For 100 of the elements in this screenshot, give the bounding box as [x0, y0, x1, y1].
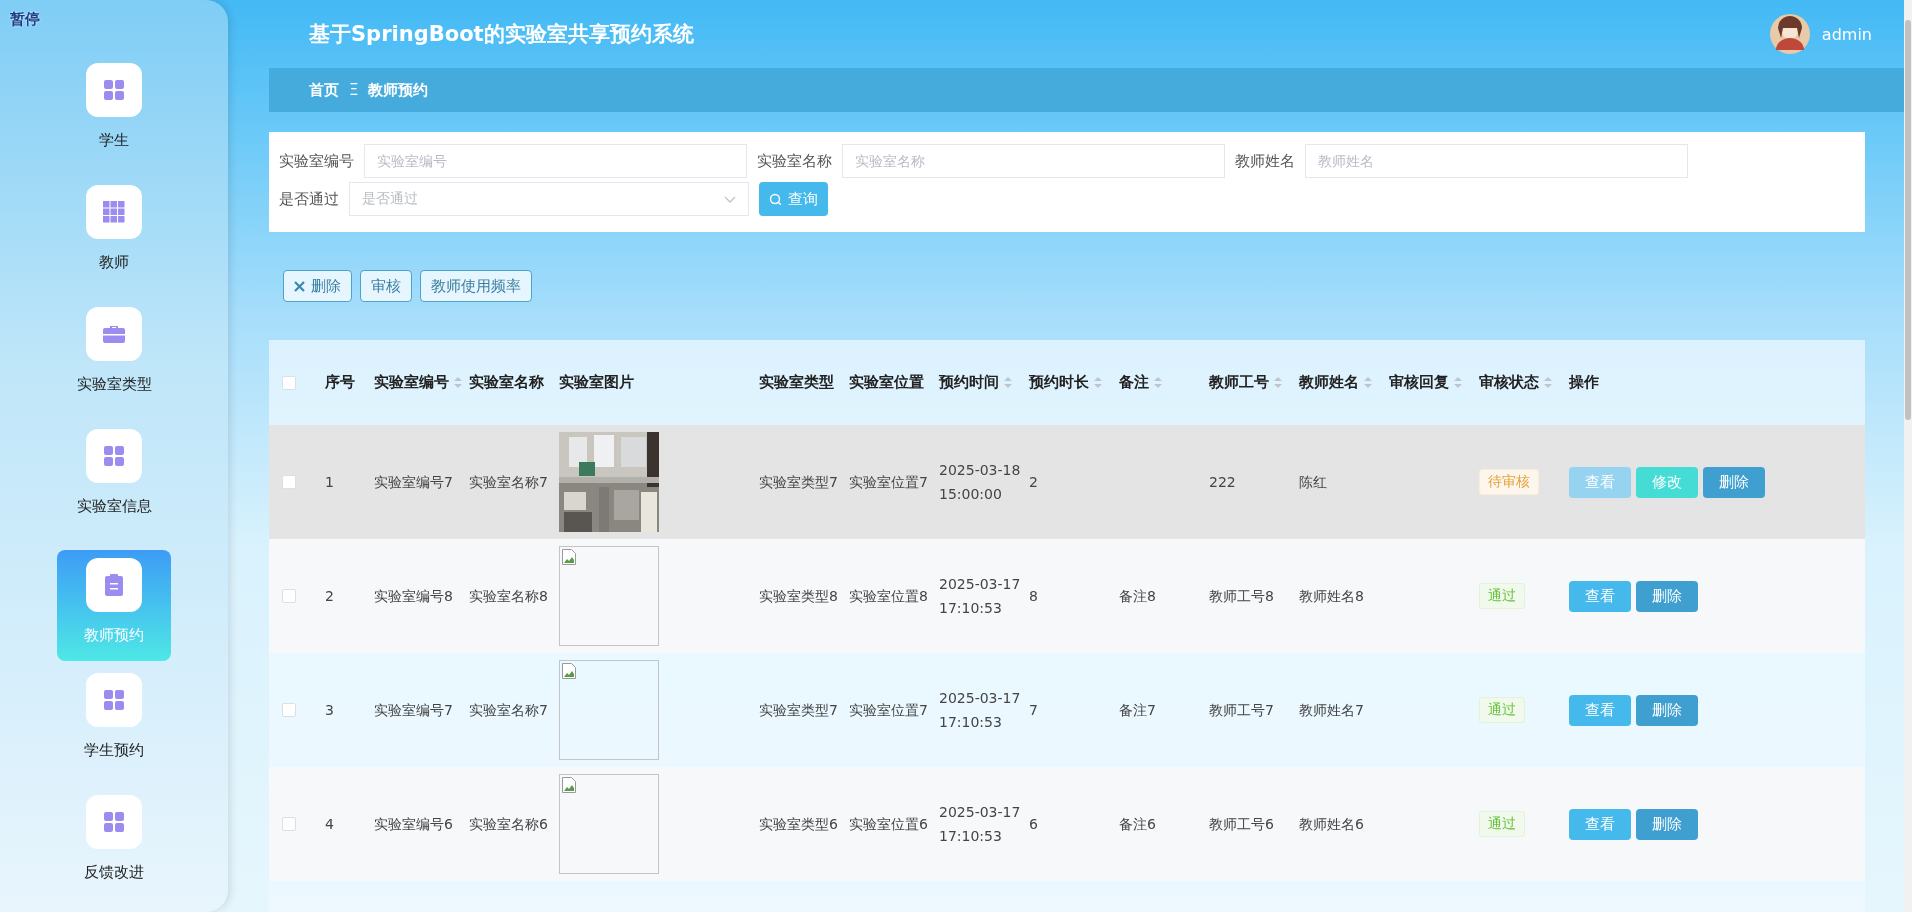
column-header: 操作 [1569, 373, 1599, 392]
app-title: 基于SpringBoot的实验室共享预约系统 [309, 21, 694, 48]
status-tag: 通过 [1479, 583, 1525, 609]
chevron-down-icon [724, 195, 736, 203]
broken-image-icon [562, 777, 576, 793]
delete-button[interactable]: 删除 [283, 270, 352, 302]
sort-icon[interactable] [1364, 377, 1372, 388]
table-cell-text: 实验室类型8 [759, 587, 838, 606]
table-cell-text: 实验室类型7 [759, 473, 838, 492]
table-cell-text: 2 [1029, 473, 1038, 492]
column-header[interactable]: 教师姓名 [1299, 373, 1360, 392]
table-cell-text: 实验室编号8 [374, 587, 453, 606]
table-cell-text: 2025-03-18 15:00:00 [939, 461, 1022, 504]
sort-icon[interactable] [1094, 377, 1102, 388]
row-checkbox[interactable] [282, 703, 296, 717]
table-cell-text: 实验室编号6 [374, 815, 453, 834]
table-cell-text: 8 [1029, 587, 1038, 606]
table-cell-text: 教师姓名8 [1299, 587, 1364, 606]
input-field[interactable]: 教师姓名 [1305, 144, 1688, 178]
table-cell-text: 实验室位置8 [849, 587, 928, 606]
row-checkbox[interactable] [282, 475, 296, 489]
grid-icon [103, 689, 125, 711]
column-header: 实验室位置 [849, 373, 924, 392]
table-cell-text: 实验室编号7 [374, 473, 453, 492]
sidebar-item[interactable]: 教师 [57, 184, 171, 295]
table-cell-text: 实验室名称7 [469, 701, 548, 720]
index-cell-text: 1 [325, 473, 334, 492]
sidebar-item[interactable]: 学生 [57, 62, 171, 173]
table-cell-text: 实验室名称8 [469, 587, 548, 606]
status-tag: 待审核 [1479, 469, 1539, 495]
grid-icon [103, 201, 125, 223]
sidebar-item[interactable]: 实验室类型 [57, 306, 171, 417]
grid-icon [103, 445, 125, 467]
table-cell-text: 2025-03-17 17:10:53 [939, 803, 1022, 846]
table-cell-text: 实验室编号7 [374, 701, 453, 720]
table-cell-text: 7 [1029, 701, 1038, 720]
table-cell-text: 教师工号7 [1209, 701, 1274, 720]
pause-label[interactable]: 暂停 [10, 10, 40, 29]
table-cell-text: 实验室类型7 [759, 701, 838, 720]
row-checkbox[interactable] [282, 817, 296, 831]
table-cell-text: 教师工号6 [1209, 815, 1274, 834]
index-cell-text: 2 [325, 587, 334, 606]
column-header[interactable]: 预约时长 [1029, 373, 1090, 392]
breadcrumb-current: 教师预约 [368, 80, 429, 100]
table-cell-text: 222 [1209, 473, 1236, 492]
table-cell-text: 备注8 [1119, 587, 1156, 606]
field-label: 教师姓名 [1235, 151, 1295, 171]
table-cell-text: 实验室位置7 [849, 473, 928, 492]
toolbar-button[interactable]: 教师使用频率 [420, 270, 532, 302]
sidebar-item[interactable]: 实验室信息 [57, 428, 171, 539]
sort-icon[interactable] [454, 377, 462, 388]
broken-image-icon [562, 549, 576, 565]
column-header[interactable]: 审核回复 [1389, 373, 1450, 392]
select-all-checkbox[interactable] [282, 375, 296, 390]
column-header: 实验室名称 [469, 373, 544, 392]
sort-icon[interactable] [1004, 377, 1012, 388]
field-label: 实验室名称 [757, 151, 832, 171]
table-cell-text: 实验室位置6 [849, 815, 928, 834]
breadcrumb-separator: Ξ [349, 81, 359, 99]
table-cell-text: 实验室类型6 [759, 815, 838, 834]
column-header: 实验室类型 [759, 373, 834, 392]
sort-icon[interactable] [1154, 377, 1162, 388]
column-header: 序号 [325, 373, 355, 392]
column-header[interactable]: 审核状态 [1479, 373, 1540, 392]
toolbar-button[interactable]: 审核 [360, 270, 412, 302]
column-header[interactable]: 预约时间 [939, 373, 1000, 392]
input-field[interactable]: 实验室编号 [364, 144, 747, 178]
briefcase-icon [103, 324, 125, 344]
table-cell-text: 教师姓名6 [1299, 815, 1364, 834]
table-cell-text: 实验室名称6 [469, 815, 548, 834]
avatar[interactable] [1769, 14, 1810, 54]
scrollbar[interactable] [1904, 0, 1912, 912]
input-field[interactable]: 实验室名称 [842, 144, 1225, 178]
sort-icon[interactable] [1454, 377, 1462, 388]
table-cell-text: 6 [1029, 815, 1038, 834]
column-header[interactable]: 教师工号 [1209, 373, 1270, 392]
search-icon [769, 192, 782, 206]
table-cell-text: 实验室名称7 [469, 473, 548, 492]
column-header: 实验室图片 [559, 373, 634, 392]
column-header[interactable]: 备注 [1119, 373, 1150, 392]
field-label: 实验室编号 [279, 151, 354, 171]
table-cell-text: 实验室位置7 [849, 701, 928, 720]
table-cell-text: 2025-03-17 17:10:53 [939, 575, 1022, 618]
sidebar-item[interactable]: 学生预约 [57, 672, 171, 783]
table-cell-text: 教师工号8 [1209, 587, 1274, 606]
sort-icon[interactable] [1544, 377, 1552, 388]
clipboard-icon [105, 574, 123, 596]
grid-icon [103, 79, 125, 101]
sort-icon[interactable] [1274, 377, 1282, 388]
index-cell-text: 4 [325, 815, 334, 834]
table-cell-text: 2025-03-17 17:10:53 [939, 689, 1022, 732]
sidebar-item[interactable]: 反馈改进 [57, 794, 171, 905]
status-tag: 通过 [1479, 811, 1525, 837]
table-cell-text: 备注6 [1119, 815, 1156, 834]
row-checkbox[interactable] [282, 589, 296, 603]
table-cell-text: 陈红 [1299, 473, 1327, 492]
close-icon [294, 280, 305, 292]
column-header[interactable]: 实验室编号 [374, 373, 450, 392]
table-cell-text: 备注7 [1119, 701, 1156, 720]
index-cell-text: 3 [325, 701, 334, 720]
